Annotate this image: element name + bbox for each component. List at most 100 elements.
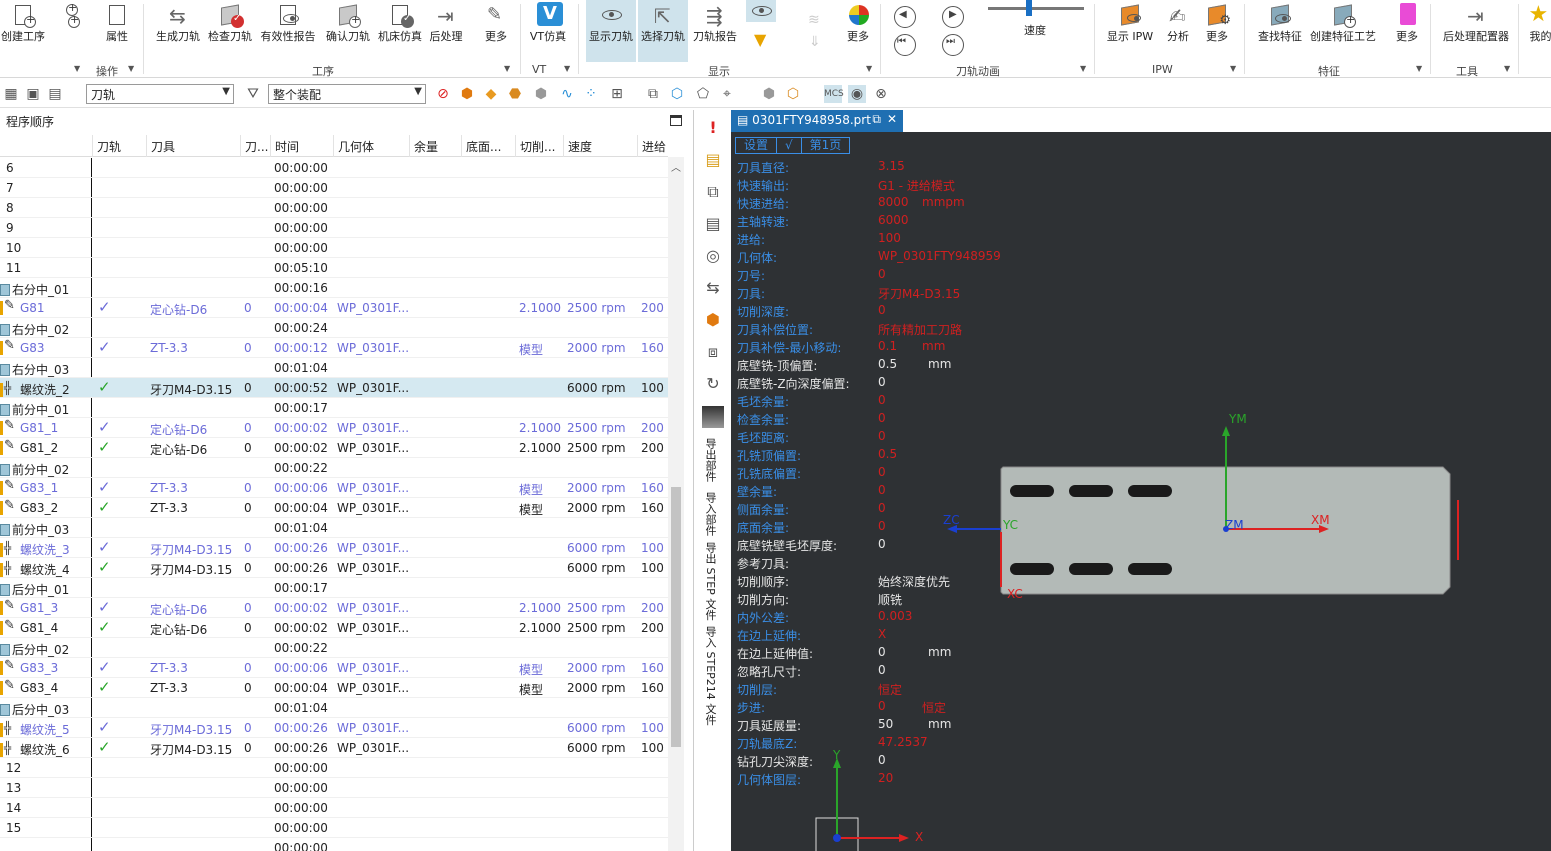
group-row[interactable]: 右分中_03 00:01:04	[0, 358, 668, 378]
go-end-button[interactable]	[938, 28, 968, 56]
analysis-button[interactable]: ✍ 分析	[1162, 0, 1194, 62]
operation-row[interactable]: 螺纹洗_6 ✓ 牙刀M4-D3.15 0 00:00:26 WP_0301F... 6000…	[0, 738, 668, 758]
check-tab[interactable]: √	[777, 138, 802, 153]
group-row[interactable]: 后分中_01 00:00:17	[0, 578, 668, 598]
export-step-button[interactable]: 导出 STEP 文件	[702, 542, 718, 620]
operation-row[interactable]: G81 ✓ 定心钻-D6 0 00:00:04 WP_0301F... 2.1000 2500…	[0, 298, 668, 318]
pin-icon[interactable]: ⧉	[872, 112, 881, 127]
layer-toggle-button[interactable]: ≋ ⇓	[804, 0, 826, 52]
scope-dropdown[interactable]: 整个装配 ▼	[268, 84, 426, 104]
more-operations-button[interactable]: ✎ 更多	[480, 0, 512, 62]
group-row[interactable]: 前分中_02 00:00:22	[0, 458, 668, 478]
settings-tab[interactable]: 设置	[736, 138, 778, 153]
program-row[interactable]: 7 00:00:00	[0, 178, 668, 198]
column-header-cell[interactable]: 余量	[409, 135, 460, 157]
create-method-button[interactable]	[52, 0, 82, 62]
vertical-scrollbar[interactable]: ︿	[668, 157, 684, 851]
operation-row[interactable]: 螺纹洗_3 ✓ 牙刀M4-D3.15 0 00:00:26 WP_0301F... 6000…	[0, 538, 668, 558]
snap-menu-icon[interactable]: ⊞	[608, 85, 626, 103]
column-header-cell[interactable]: 速度	[563, 135, 637, 157]
select-assembly-icon[interactable]: ▤	[46, 85, 64, 103]
alert-icon[interactable]: !	[702, 118, 724, 140]
postprocess-button[interactable]: ⇥ 后处理	[428, 0, 464, 62]
sheet-filter-icon[interactable]: ⬣	[506, 85, 524, 103]
toolpath-report-button[interactable]: ⇶ 刀轨报告	[692, 0, 738, 62]
type-filter-dropdown[interactable]: 刀轨 ▼	[86, 84, 234, 104]
group-caret[interactable]: ▼	[1080, 64, 1086, 73]
group-caret[interactable]: ▼	[128, 64, 134, 73]
group-caret[interactable]: ▼	[866, 64, 872, 73]
show-ipw-button[interactable]: 显示 IPW	[1104, 0, 1156, 62]
filter-icon[interactable]: ⛛	[244, 85, 262, 103]
speed-slider-thumb[interactable]	[1026, 0, 1032, 16]
go-start-button[interactable]	[890, 28, 920, 56]
column-header-cell[interactable]: 刀轨	[92, 135, 146, 157]
column-header-cell[interactable]: 刀...	[240, 135, 270, 157]
import-step214-button[interactable]: 导入 STEP214 文件	[702, 626, 718, 725]
validity-report-button[interactable]: 有效性报告	[261, 0, 316, 62]
column-header-cell[interactable]: 进给	[637, 135, 668, 157]
feature-select-icon[interactable]: ⬠	[694, 85, 712, 103]
find-feature-button[interactable]: 查找特征	[1256, 0, 1304, 62]
maximize-icon[interactable]	[670, 115, 682, 126]
properties-button[interactable]: 属性	[98, 0, 136, 62]
program-row[interactable]: 11 00:05:10	[0, 258, 668, 278]
step-back-button[interactable]	[890, 0, 920, 28]
select-part-icon[interactable]: ▣	[24, 85, 42, 103]
document-tab[interactable]: ▤ 0301FTY948958.prt ⧉ ✕	[731, 110, 903, 132]
palette-icon[interactable]	[702, 406, 724, 428]
face-filter-icon[interactable]: ◆	[482, 85, 500, 103]
deselect-icon[interactable]: ⊘	[434, 85, 452, 103]
operation-row[interactable]: G81_1 ✓ 定心钻-D6 0 00:00:02 WP_0301F... 2.1000 25…	[0, 418, 668, 438]
operation-row[interactable]: G83 ✓ ZT-3.3 0 00:00:12 WP_0301F... 模型 2000 rpm…	[0, 338, 668, 358]
generate-toolpath-button[interactable]: ⇆ 生成刀轨	[156, 0, 200, 62]
polygon-select-icon[interactable]: ⬡	[668, 85, 686, 103]
operation-row[interactable]: G83_3 ✓ ZT-3.3 0 00:00:06 WP_0301F... 模型 2000 r…	[0, 658, 668, 678]
program-row[interactable]: 00:00:00	[0, 838, 668, 851]
post-configurator-button[interactable]: ⇥ 后处理配置器	[1442, 0, 1510, 62]
vt-simulation-button[interactable]: V VT仿真	[530, 0, 566, 62]
group-row[interactable]: 右分中_02 00:00:24	[0, 318, 668, 338]
group-row[interactable]: 前分中_03 00:01:04	[0, 518, 668, 538]
column-header-cell[interactable]: 刀具	[146, 135, 240, 157]
operation-row[interactable]: G81_2 ✓ 定心钻-D6 0 00:00:02 WP_0301F... 2.1000 25…	[0, 438, 668, 458]
document-icon[interactable]: ▤	[702, 214, 724, 236]
column-header-cell[interactable]: 切削...	[515, 135, 563, 157]
program-row[interactable]: 13 00:00:00	[0, 778, 668, 798]
more-ipw-button[interactable]: ⚙ 更多	[1200, 0, 1234, 62]
import-part-button[interactable]: 导入部件	[702, 492, 718, 536]
body-filter-icon[interactable]: ⬢	[458, 85, 476, 103]
group-caret[interactable]: ▼	[504, 64, 510, 73]
show-sheet-icon[interactable]: ⬡	[784, 85, 802, 103]
solid-filter-icon[interactable]: ⬢	[532, 85, 550, 103]
point-filter-icon[interactable]: ⁘	[582, 85, 600, 103]
group-row[interactable]: 右分中_01 00:00:16	[0, 278, 668, 298]
select-all-icon[interactable]: ▦	[2, 85, 20, 103]
column-header-cell[interactable]: 时间	[270, 135, 333, 157]
operation-row[interactable]: G83_1 ✓ ZT-3.3 0 00:00:06 WP_0301F... 模型 2000 r…	[0, 478, 668, 498]
program-row[interactable]: 14 00:00:00	[0, 798, 668, 818]
program-row[interactable]: 10 00:00:00	[0, 238, 668, 258]
column-header-cell[interactable]: 几何体	[333, 135, 409, 157]
column-header-name[interactable]	[0, 135, 92, 157]
program-row[interactable]: 12 00:00:00	[0, 758, 668, 778]
operation-row[interactable]: G81_4 ✓ 定心钻-D6 0 00:00:02 WP_0301F... 2.1000 25…	[0, 618, 668, 638]
column-header-cell[interactable]: 底面...	[461, 135, 515, 157]
machine-icon[interactable]: ⬢	[702, 310, 724, 332]
more-feature-button[interactable]: 更多	[1390, 0, 1424, 62]
graphics-viewport[interactable]: 设置 √ 第1页 刀具直径: 3.15 快速输出: G1 - 进给模式 快速进给: 8000 m…	[731, 132, 1551, 851]
close-icon[interactable]: ✕	[887, 112, 897, 126]
check-toolpath-button[interactable]: 检查刀轨	[208, 0, 252, 62]
operation-row[interactable]: 螺纹洗_4 ✓ 牙刀M4-D3.15 0 00:00:26 WP_0301F... 6000…	[0, 558, 668, 578]
tool-display-button[interactable]: ▼	[746, 26, 776, 52]
operation-row[interactable]: G83_4 ✓ ZT-3.3 0 00:00:04 WP_0301F... 模型 2000 r…	[0, 678, 668, 698]
chevron-up-icon[interactable]: ︿	[671, 159, 681, 174]
view-icon[interactable]: ◎	[702, 246, 724, 268]
layout-icon[interactable]: ⧈	[702, 342, 724, 364]
create-operation-button[interactable]: 创建工序	[0, 0, 46, 62]
program-row[interactable]: 6 00:00:00	[0, 158, 668, 178]
part-navigator-icon[interactable]: ⧉	[702, 182, 724, 204]
show-3d-button[interactable]	[746, 0, 776, 22]
show-toolpath-button[interactable]: 显示刀轨	[586, 0, 636, 62]
group-caret[interactable]: ▼	[1504, 64, 1510, 73]
